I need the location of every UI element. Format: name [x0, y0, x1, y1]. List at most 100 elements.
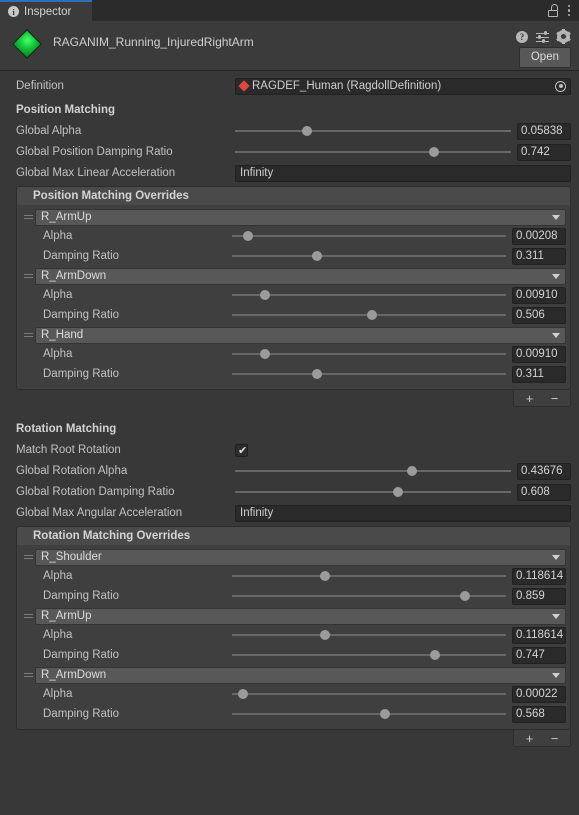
damping-slider[interactable]: 0.747 — [232, 645, 566, 665]
match-root-rotation-label: Match Root Rotation — [16, 444, 121, 456]
remove-override-button[interactable]: − — [543, 391, 566, 406]
global-rotation-damping-value[interactable]: 0.608 — [517, 483, 571, 501]
chevron-down-icon — [552, 554, 560, 560]
rotation-matching-title: Rotation Matching — [16, 423, 117, 435]
damping-value[interactable]: 0.568 — [512, 705, 566, 723]
max-angular-acceleration-input[interactable]: Infinity — [235, 504, 571, 522]
damping-value[interactable]: 0.747 — [512, 646, 566, 664]
bone-dropdown[interactable]: R_ArmUp — [35, 607, 566, 625]
bone-dropdown[interactable]: R_ArmDown — [35, 267, 566, 285]
help-icon[interactable]: ? — [516, 30, 528, 43]
position-matching-title: Position Matching — [16, 104, 116, 116]
match-root-rotation-checkbox[interactable]: ✔ — [235, 443, 248, 457]
damping-slider[interactable]: 0.506 — [232, 305, 566, 325]
bone-name: R_Shoulder — [41, 551, 102, 563]
alpha-value[interactable]: 0.00910 — [512, 286, 566, 304]
alpha-slider[interactable]: 0.118614 — [232, 566, 566, 586]
damping-label: Damping Ratio — [43, 649, 120, 661]
alpha-value[interactable]: 0.118614 — [512, 567, 566, 585]
damping-row: Damping Ratio 0.859 — [21, 586, 566, 606]
bone-name: R_ArmDown — [41, 669, 107, 681]
alpha-slider[interactable]: 0.118614 — [232, 625, 566, 645]
global-alpha-slider[interactable]: 0.05838 — [235, 121, 571, 141]
unlock-icon[interactable] — [548, 4, 558, 17]
bone-dropdown[interactable]: R_Hand — [35, 326, 566, 344]
definition-label: Definition — [16, 80, 64, 92]
bone-dropdown[interactable]: R_ArmUp — [35, 208, 566, 226]
slider-knob — [429, 650, 440, 660]
alpha-value[interactable]: 0.00910 — [512, 345, 566, 363]
alpha-row: Alpha 0.00208 — [21, 226, 566, 246]
list-item: R_ArmDown Alpha 0.00910 Damping Ratio 0.… — [21, 267, 566, 325]
gear-icon[interactable] — [556, 29, 571, 44]
alpha-label: Alpha — [43, 230, 73, 242]
damping-slider[interactable]: 0.311 — [232, 364, 566, 384]
drag-handle-icon[interactable] — [21, 554, 35, 560]
rotation-overrides-header: Rotation Matching Overrides — [16, 526, 571, 545]
global-position-damping-row: Global Position Damping Ratio 0.742 — [8, 142, 571, 162]
global-position-damping-label: Global Position Damping Ratio — [16, 146, 173, 158]
drag-handle-icon[interactable] — [21, 214, 35, 220]
bone-name: R_ArmDown — [41, 270, 107, 282]
list-item: R_ArmUp Alpha 0.118614 Damping Ratio 0.7… — [21, 607, 566, 665]
remove-override-button[interactable]: − — [543, 731, 566, 746]
kebab-menu-icon[interactable] — [567, 4, 571, 17]
alpha-slider[interactable]: 0.00910 — [232, 285, 566, 305]
add-override-button[interactable]: + — [518, 731, 541, 746]
global-rotation-damping-row: Global Rotation Damping Ratio 0.608 — [8, 482, 571, 502]
object-picker-target-icon[interactable] — [555, 80, 566, 92]
alpha-slider[interactable]: 0.00208 — [232, 226, 566, 246]
alpha-slider[interactable]: 0.00022 — [232, 684, 566, 704]
alpha-value[interactable]: 0.118614 — [512, 626, 566, 644]
red-diamond-asset-icon — [238, 80, 250, 92]
damping-slider[interactable]: 0.568 — [232, 704, 566, 724]
list-item: R_ArmUp Alpha 0.00208 Damping Ratio 0.31… — [21, 208, 566, 266]
damping-label: Damping Ratio — [43, 708, 120, 720]
preset-sliders-icon[interactable] — [536, 31, 549, 43]
max-linear-acceleration-input[interactable]: Infinity — [235, 164, 571, 182]
alpha-row: Alpha 0.00022 — [21, 684, 566, 704]
slider-knob — [406, 466, 417, 476]
damping-value[interactable]: 0.859 — [512, 587, 566, 605]
bone-dropdown[interactable]: R_ArmDown — [35, 666, 566, 684]
alpha-slider[interactable]: 0.00910 — [232, 344, 566, 364]
damping-row: Damping Ratio 0.747 — [21, 645, 566, 665]
open-button[interactable]: Open — [518, 47, 571, 68]
drag-handle-icon[interactable] — [21, 672, 35, 678]
bone-dropdown[interactable]: R_Shoulder — [35, 548, 566, 566]
damping-value[interactable]: 0.506 — [512, 306, 566, 324]
max-linear-acceleration-label: Global Max Linear Acceleration — [16, 167, 176, 179]
list-item: R_Shoulder Alpha 0.118614 Damping Ratio — [21, 548, 566, 606]
slider-knob — [320, 571, 331, 581]
drag-handle-icon[interactable] — [21, 273, 35, 279]
global-position-damping-value[interactable]: 0.742 — [517, 143, 571, 161]
add-override-button[interactable]: + — [518, 391, 541, 406]
damping-label: Damping Ratio — [43, 250, 120, 262]
inspector-tabbar: i Inspector — [0, 0, 579, 21]
rotation-overrides-body: R_Shoulder Alpha 0.118614 Damping Ratio — [16, 545, 571, 730]
tab-inspector[interactable]: i Inspector — [0, 0, 92, 21]
global-alpha-row: Global Alpha 0.05838 — [8, 121, 571, 141]
alpha-label: Alpha — [43, 570, 73, 582]
alpha-row: Alpha 0.00910 — [21, 285, 566, 305]
damping-slider[interactable]: 0.859 — [232, 586, 566, 606]
drag-handle-icon[interactable] — [21, 332, 35, 338]
global-position-damping-slider[interactable]: 0.742 — [235, 142, 571, 162]
alpha-label: Alpha — [43, 629, 73, 641]
global-alpha-value[interactable]: 0.05838 — [517, 122, 571, 140]
slider-knob — [320, 630, 331, 640]
alpha-value[interactable]: 0.00208 — [512, 227, 566, 245]
slider-knob — [243, 231, 254, 241]
alpha-row: Alpha 0.118614 — [21, 625, 566, 645]
definition-object-field[interactable]: RAGDEF_Human (RagdollDefinition) — [235, 77, 571, 95]
damping-slider[interactable]: 0.311 — [232, 246, 566, 266]
global-rotation-alpha-value[interactable]: 0.43676 — [517, 462, 571, 480]
drag-handle-icon[interactable] — [21, 613, 35, 619]
alpha-value[interactable]: 0.00022 — [512, 685, 566, 703]
slider-knob — [259, 290, 270, 300]
damping-value[interactable]: 0.311 — [512, 365, 566, 383]
global-rotation-alpha-slider[interactable]: 0.43676 — [235, 461, 571, 481]
damping-value[interactable]: 0.311 — [512, 247, 566, 265]
global-rotation-damping-slider[interactable]: 0.608 — [235, 482, 571, 502]
global-rotation-alpha-row: Global Rotation Alpha 0.43676 — [8, 461, 571, 481]
